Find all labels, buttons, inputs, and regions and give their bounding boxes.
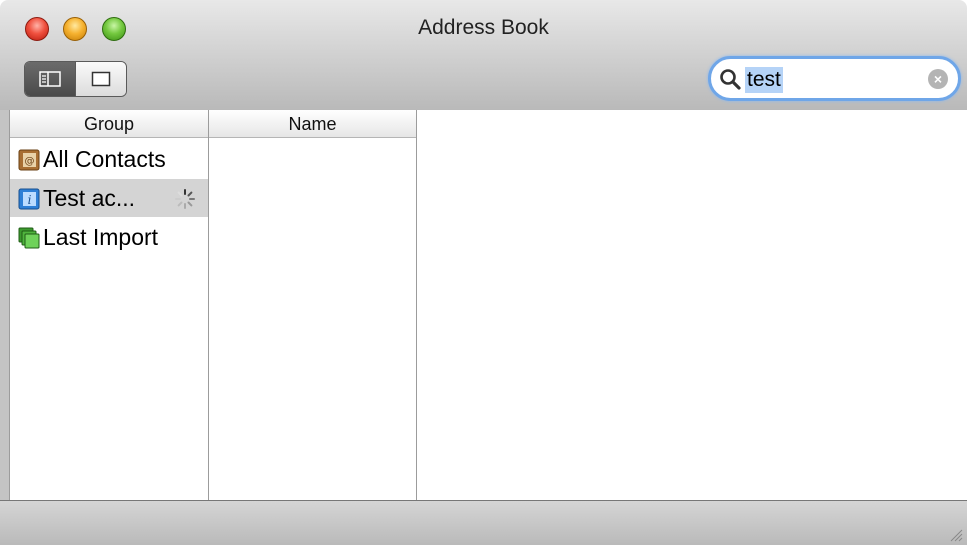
- sidebar-edge: [0, 110, 10, 500]
- search-query-text[interactable]: test: [745, 67, 783, 93]
- address-book-icon: @: [18, 149, 40, 171]
- card-and-column-icon: [39, 71, 61, 87]
- search-field[interactable]: test ×: [708, 56, 961, 101]
- loading-spinner-icon: [175, 189, 195, 209]
- svg-text:@: @: [25, 156, 35, 167]
- group-label: Test ac...: [43, 185, 136, 211]
- name-column-divider[interactable]: [416, 110, 417, 500]
- group-item-all-contacts[interactable]: @ All Contacts: [10, 140, 208, 178]
- window-title: Address Book: [418, 16, 549, 39]
- group-item-test-account[interactable]: i Test ac...: [10, 179, 208, 217]
- resize-grip-icon[interactable]: [947, 526, 963, 542]
- info-card-icon: i: [18, 188, 40, 210]
- title-bar: Address Book test ×: [0, 0, 967, 111]
- card-only-icon: [91, 71, 111, 87]
- group-column-header[interactable]: Group: [10, 110, 208, 138]
- status-bar: [0, 500, 967, 545]
- card-only-view-button[interactable]: [75, 62, 126, 96]
- view-mode-control: [24, 61, 127, 97]
- group-column-divider[interactable]: [208, 110, 209, 500]
- clear-search-icon[interactable]: ×: [928, 69, 948, 89]
- address-book-window: Address Book test × Group Name @ All Con…: [0, 0, 967, 545]
- card-and-column-view-button[interactable]: [25, 62, 75, 96]
- search-icon: [720, 69, 741, 90]
- name-column-header[interactable]: Name: [209, 110, 416, 138]
- card-pane-header: [417, 110, 967, 138]
- group-label: Last Import: [43, 224, 159, 250]
- group-label: All Contacts: [43, 146, 166, 172]
- import-stack-icon: [18, 227, 40, 249]
- group-item-last-import[interactable]: Last Import: [10, 218, 208, 256]
- svg-text:i: i: [28, 193, 32, 207]
